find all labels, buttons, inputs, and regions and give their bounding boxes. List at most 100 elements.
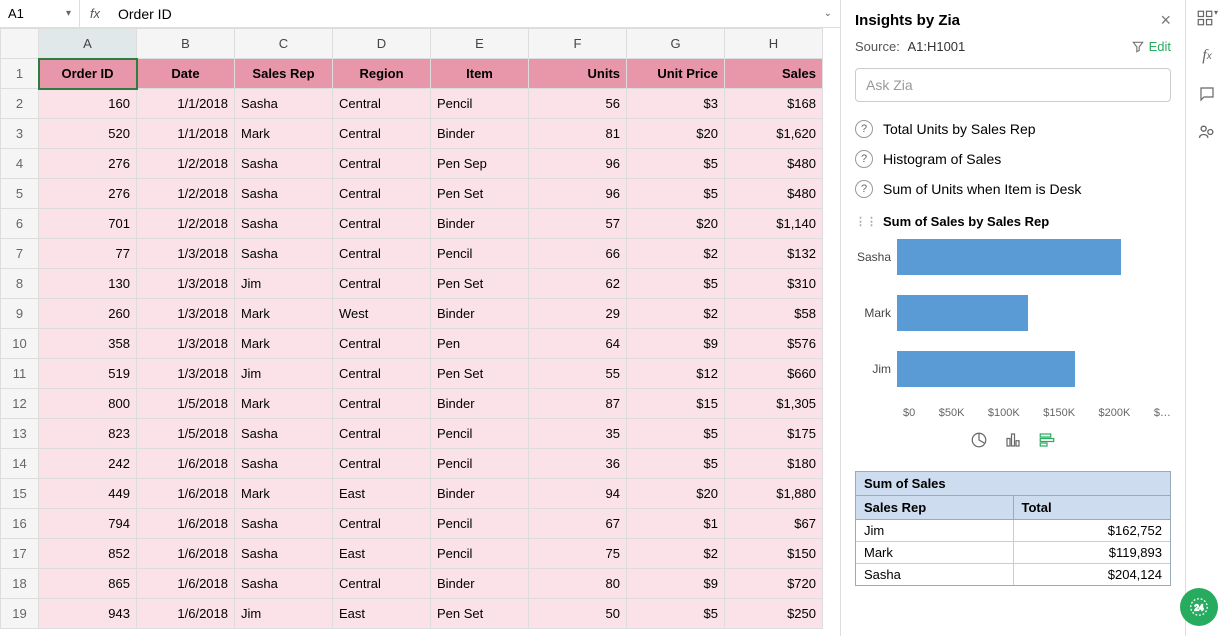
cell[interactable]: Mark xyxy=(235,329,333,359)
cell[interactable]: Central xyxy=(333,329,431,359)
cell[interactable]: $132 xyxy=(725,239,823,269)
cell[interactable]: $15 xyxy=(627,389,725,419)
cell[interactable]: 67 xyxy=(529,509,627,539)
cell[interactable]: Sasha xyxy=(235,239,333,269)
cell[interactable]: $2 xyxy=(627,539,725,569)
cell[interactable]: 519 xyxy=(39,359,137,389)
cell[interactable]: $480 xyxy=(725,179,823,209)
bar[interactable] xyxy=(897,239,1121,275)
cell[interactable]: 1/2/2018 xyxy=(137,179,235,209)
cell[interactable]: 35 xyxy=(529,419,627,449)
row-header[interactable]: 8 xyxy=(1,269,39,299)
bar[interactable] xyxy=(897,295,1028,331)
cell[interactable]: $3 xyxy=(627,89,725,119)
row-header[interactable]: 18 xyxy=(1,569,39,599)
cell[interactable]: 865 xyxy=(39,569,137,599)
cell[interactable]: Pen Set xyxy=(431,599,529,629)
cell[interactable]: 520 xyxy=(39,119,137,149)
cell[interactable]: Pen Set xyxy=(431,179,529,209)
ask-zia-input[interactable]: Ask Zia xyxy=(855,68,1171,102)
cell[interactable]: Central xyxy=(333,509,431,539)
col-header[interactable]: E xyxy=(431,29,529,59)
cell[interactable]: $310 xyxy=(725,269,823,299)
row-header[interactable]: 15 xyxy=(1,479,39,509)
cell[interactable]: $1,305 xyxy=(725,389,823,419)
cell[interactable]: Pencil xyxy=(431,509,529,539)
row-header[interactable]: 9 xyxy=(1,299,39,329)
cell[interactable]: $20 xyxy=(627,479,725,509)
row-header[interactable]: 6 xyxy=(1,209,39,239)
cell[interactable]: 96 xyxy=(529,179,627,209)
row-header[interactable]: 14 xyxy=(1,449,39,479)
cell[interactable]: 242 xyxy=(39,449,137,479)
cell[interactable]: 823 xyxy=(39,419,137,449)
cell[interactable]: 358 xyxy=(39,329,137,359)
cell[interactable]: $9 xyxy=(627,329,725,359)
cell[interactable]: 794 xyxy=(39,509,137,539)
cell[interactable]: 80 xyxy=(529,569,627,599)
cell[interactable]: Binder xyxy=(431,299,529,329)
cell[interactable]: $1,140 xyxy=(725,209,823,239)
header-cell[interactable]: Sales xyxy=(725,59,823,89)
cell[interactable]: Sasha xyxy=(235,539,333,569)
cell[interactable]: 701 xyxy=(39,209,137,239)
col-header[interactable]: B xyxy=(137,29,235,59)
row-header[interactable]: 12 xyxy=(1,389,39,419)
cell[interactable]: East xyxy=(333,599,431,629)
cell[interactable]: Pencil xyxy=(431,539,529,569)
drag-grip-icon[interactable]: ⋮⋮ xyxy=(855,215,877,228)
cell[interactable]: 1/6/2018 xyxy=(137,509,235,539)
chat-icon[interactable] xyxy=(1195,82,1219,106)
cell[interactable]: $175 xyxy=(725,419,823,449)
col-header[interactable]: C xyxy=(235,29,333,59)
cell[interactable]: Sasha xyxy=(235,419,333,449)
cell[interactable]: 57 xyxy=(529,209,627,239)
cell[interactable]: Sasha xyxy=(235,179,333,209)
cell[interactable]: 1/1/2018 xyxy=(137,119,235,149)
cell[interactable]: $660 xyxy=(725,359,823,389)
cell[interactable]: 75 xyxy=(529,539,627,569)
col-header[interactable]: F xyxy=(529,29,627,59)
cell[interactable]: Central xyxy=(333,149,431,179)
grid-icon[interactable]: ▾ xyxy=(1195,6,1219,30)
cell[interactable]: Mark xyxy=(235,119,333,149)
cell[interactable]: Central xyxy=(333,449,431,479)
cell[interactable]: Pencil xyxy=(431,419,529,449)
cell[interactable]: Binder xyxy=(431,479,529,509)
cell[interactable]: Binder xyxy=(431,569,529,599)
header-cell[interactable]: Unit Price xyxy=(627,59,725,89)
cell[interactable]: 1/3/2018 xyxy=(137,359,235,389)
cell[interactable]: 1/3/2018 xyxy=(137,239,235,269)
row-header[interactable]: 10 xyxy=(1,329,39,359)
col-header[interactable]: A xyxy=(39,29,137,59)
chevron-down-icon[interactable]: ▾ xyxy=(66,8,71,19)
cell[interactable]: 852 xyxy=(39,539,137,569)
suggestion-item[interactable]: ?Sum of Units when Item is Desk xyxy=(841,174,1185,204)
row-header[interactable]: 16 xyxy=(1,509,39,539)
cell[interactable]: Central xyxy=(333,359,431,389)
cell[interactable]: $180 xyxy=(725,449,823,479)
cell[interactable]: Jim xyxy=(235,599,333,629)
row-header[interactable]: 2 xyxy=(1,89,39,119)
cell[interactable]: Central xyxy=(333,179,431,209)
cell[interactable]: $5 xyxy=(627,179,725,209)
header-cell[interactable]: Sales Rep xyxy=(235,59,333,89)
cell[interactable]: Pen Sep xyxy=(431,149,529,179)
cell[interactable]: Jim xyxy=(235,269,333,299)
cell[interactable]: Pencil xyxy=(431,89,529,119)
cell[interactable]: $67 xyxy=(725,509,823,539)
cell[interactable]: Central xyxy=(333,119,431,149)
cell[interactable]: Central xyxy=(333,239,431,269)
edit-link[interactable]: Edit xyxy=(1131,39,1171,54)
suggestion-item[interactable]: ?Total Units by Sales Rep xyxy=(841,114,1185,144)
row-header[interactable]: 7 xyxy=(1,239,39,269)
header-cell[interactable]: Item xyxy=(431,59,529,89)
row-header[interactable]: 1 xyxy=(1,59,39,89)
chevron-down-icon[interactable]: ⌄ xyxy=(824,8,832,19)
cell-reference-box[interactable]: A1 ▾ xyxy=(0,0,80,27)
cell[interactable]: East xyxy=(333,479,431,509)
cell[interactable]: Mark xyxy=(235,389,333,419)
cell[interactable]: 1/3/2018 xyxy=(137,329,235,359)
cell[interactable]: 943 xyxy=(39,599,137,629)
cell[interactable]: $20 xyxy=(627,209,725,239)
